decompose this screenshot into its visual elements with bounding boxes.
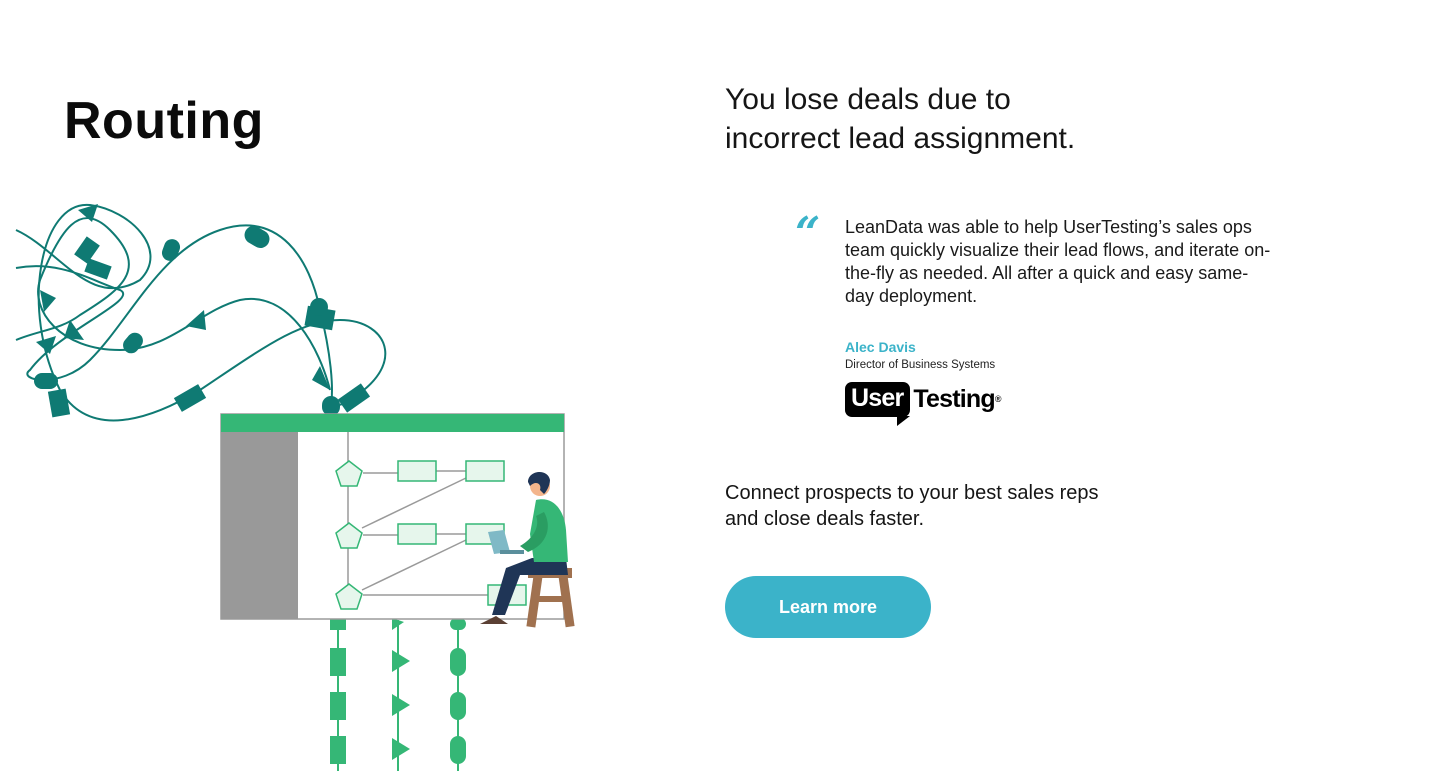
- cta-description-line-1: Connect prospects to your best sales rep…: [725, 482, 1099, 504]
- testimonial-quote: LeanData was able to help UserTesting’s …: [845, 217, 1271, 306]
- headline: You lose deals due to incorrect lead ass…: [725, 80, 1185, 158]
- cta-description: Connect prospects to your best sales rep…: [725, 480, 1185, 532]
- cta-description-line-2: and close deals faster.: [725, 508, 925, 530]
- routing-flowchart-illustration: [15, 203, 575, 771]
- logo-registered-mark: ®: [994, 394, 1002, 404]
- quote-mark-icon: “: [795, 208, 821, 259]
- headline-line-2: incorrect lead assignment.: [725, 122, 1076, 155]
- logo-user-bubble: User: [845, 381, 911, 426]
- page-title: Routing: [64, 91, 264, 150]
- tangled-path-markers: [34, 204, 371, 418]
- learn-more-button[interactable]: Learn more: [725, 576, 931, 638]
- logo-testing-text: Testing: [913, 384, 995, 413]
- testimonial-author: Alec Davis: [845, 339, 916, 355]
- testimonial-role: Director of Business Systems: [845, 359, 996, 371]
- usertesting-logo: User Testing ®: [845, 378, 1002, 426]
- headline-line-1: You lose deals due to: [725, 83, 1011, 116]
